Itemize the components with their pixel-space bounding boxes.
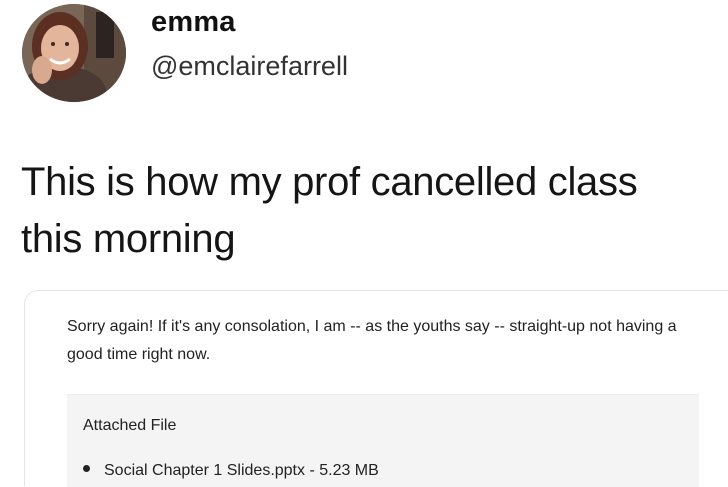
tweet-text-line-1: This is how my prof cancelled class bbox=[21, 160, 638, 204]
tweet-text: This is how my prof cancelled class this… bbox=[21, 154, 711, 268]
tweet-text-line-2: this morning bbox=[21, 217, 236, 261]
email-body: Sorry again! If it's any consolation, I … bbox=[67, 318, 677, 363]
attachment-file-label[interactable]: Social Chapter 1 Slides.pptx - 5.23 MB bbox=[104, 462, 379, 479]
tweet: emma @emclairefarrell This is how my pro… bbox=[0, 0, 728, 487]
attachment-item[interactable]: Social Chapter 1 Slides.pptx - 5.23 MB bbox=[83, 462, 379, 480]
avatar[interactable] bbox=[22, 4, 126, 102]
bullet-icon bbox=[83, 465, 90, 473]
attachment-panel: Attached File Social Chapter 1 Slides.pp… bbox=[67, 394, 699, 487]
user-handle[interactable]: @emclairefarrell bbox=[151, 51, 348, 82]
email-screenshot: Sorry again! If it's any consolation, I … bbox=[24, 290, 728, 487]
display-name[interactable]: emma bbox=[151, 6, 236, 39]
attachment-heading: Attached File bbox=[83, 417, 177, 434]
avatar-image bbox=[22, 4, 126, 102]
